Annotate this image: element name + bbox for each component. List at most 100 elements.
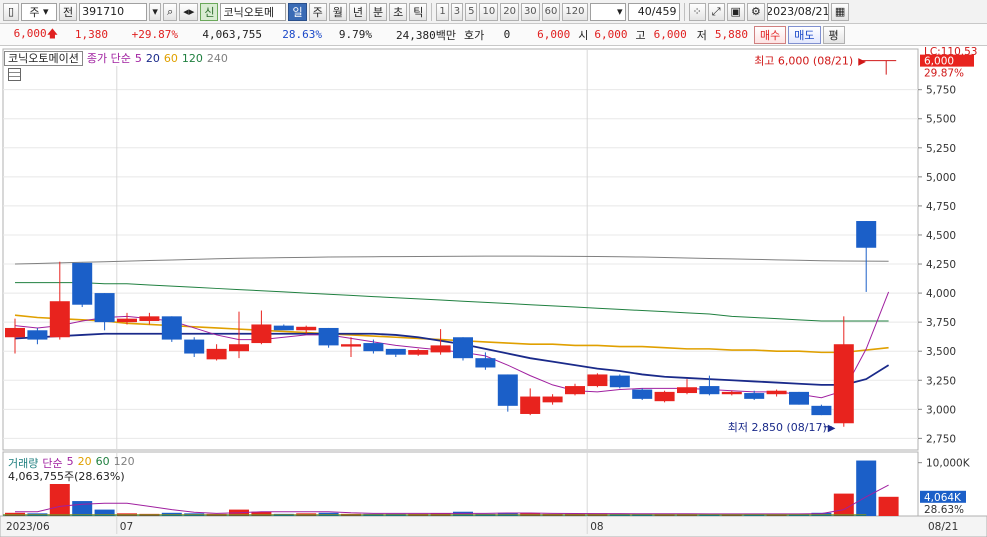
minute-1[interactable]: 1 <box>436 2 449 21</box>
high-arrow-head: ▶ <box>858 57 866 68</box>
volume-axis-label: 10,000K <box>926 458 971 470</box>
minute-30[interactable]: 30 <box>520 2 540 21</box>
save-icon[interactable]: ▣ <box>726 2 745 21</box>
minute-20[interactable]: 20 <box>500 2 519 21</box>
legend-ma120: 120 <box>181 51 203 65</box>
y-tick-label: 4,750 <box>926 201 956 213</box>
date-field[interactable]: 2023/08/21 <box>766 2 829 21</box>
chart-type-icon[interactable]: ▯ <box>3 2 19 21</box>
price-chart[interactable]: 2,750 3,000 3,250 3,500 3,750 4,000 4,250 4,500… <box>0 47 987 537</box>
gear-icon[interactable]: ⚙ <box>746 2 765 21</box>
candle-body <box>677 387 697 394</box>
y-tick-label: 5,250 <box>926 143 956 155</box>
candle-body <box>341 344 361 347</box>
candle-body <box>184 339 205 354</box>
grid-icon[interactable]: ⁘ <box>688 2 706 21</box>
minute-10[interactable]: 10 <box>479 2 499 21</box>
candle-body <box>251 324 272 344</box>
tab-minute[interactable]: 분 <box>368 2 388 21</box>
speaker-icon[interactable]: ◂▸ <box>179 2 199 21</box>
minute-5[interactable]: 5 <box>465 2 478 21</box>
y-tick-label: 3,500 <box>926 346 956 358</box>
tab-weekly[interactable]: 주 <box>308 2 327 21</box>
search-icon[interactable]: ⌕ <box>163 2 178 21</box>
candle-body <box>833 344 854 424</box>
stock-name-field: 코닉오토메 <box>220 2 287 21</box>
low-value: 5,880 <box>714 28 748 41</box>
candle-body <box>721 391 742 395</box>
candle-body <box>27 330 48 340</box>
calendar-icon[interactable]: ▦ <box>830 2 850 21</box>
tab-yearly[interactable]: 년 <box>348 2 367 21</box>
candle-body <box>385 348 406 355</box>
y-tick-label: 5,750 <box>926 85 956 97</box>
period-select[interactable]: 주 ▾ <box>21 2 57 21</box>
candle-body <box>117 318 137 323</box>
high-label: 고 <box>635 28 646 42</box>
volume-bar <box>878 496 899 516</box>
code-dropdown-icon[interactable]: ▾ <box>149 2 162 21</box>
candle-body <box>296 326 317 331</box>
candle-body <box>49 301 70 338</box>
hoga-value: 0 <box>503 28 511 41</box>
high-value: 6,000 <box>653 28 687 41</box>
interval-select[interactable]: ▾ <box>589 2 626 21</box>
avg-button[interactable]: 평 <box>822 25 845 44</box>
y-tick-label: 5,500 <box>926 114 956 126</box>
count-field[interactable]: 40/459 <box>627 2 680 21</box>
high-annotation: 최고 6,000 (08/21) <box>754 55 853 68</box>
volume-bar <box>833 493 854 516</box>
chart-options-icon[interactable] <box>8 68 21 81</box>
candle-body <box>699 386 720 395</box>
chevron-down-icon: ▾ <box>43 5 49 18</box>
legend-stock-name[interactable]: 코닉오토메이션 <box>4 50 83 66</box>
candle-body <box>229 344 249 352</box>
legend-ma-label: 종가 단순 <box>86 52 131 65</box>
candle-body <box>520 396 541 414</box>
code-value: 391710 <box>82 5 125 18</box>
x-label: 07 <box>120 521 133 533</box>
toolbar: ▯ 주 ▾ 전 391710 ▾ ⌕ ◂▸ 신 코닉오토메 일 주 월 년 분 … <box>0 0 987 24</box>
y-tick-label: 4,500 <box>926 230 956 242</box>
tab-second[interactable]: 초 <box>389 2 408 21</box>
up-arrow-icon: 🡅 <box>46 27 58 40</box>
toolbar-divider <box>683 2 685 21</box>
candle-body <box>497 374 518 406</box>
buy-button[interactable]: 매수 <box>754 25 787 44</box>
hoga-label: 호가 <box>464 28 485 42</box>
candle-body <box>609 375 630 388</box>
volume-info: 4,063,755주(28.63%) <box>8 470 125 483</box>
minute-3[interactable]: 3 <box>450 2 464 21</box>
candle-body <box>542 396 563 403</box>
prev-button[interactable]: 전 <box>59 2 78 21</box>
candle-body <box>430 345 451 353</box>
candle-body <box>363 343 384 352</box>
volume: 4,063,755 <box>202 28 262 41</box>
change-percent: +29.87% <box>131 28 178 41</box>
date-axis <box>0 515 987 537</box>
x-label: 08 <box>590 521 603 533</box>
volume-ratio: 28.63% <box>282 28 322 41</box>
y-tick-label: 2,750 <box>926 433 956 445</box>
code-input[interactable]: 391710 <box>79 2 148 21</box>
toolbar-divider <box>431 2 433 21</box>
sell-button[interactable]: 매도 <box>788 25 821 44</box>
candle-body <box>766 390 787 395</box>
legend-ma20: 20 <box>145 51 160 65</box>
open-value: 6,000 <box>594 28 628 41</box>
y-tick-label: 4,250 <box>926 259 956 271</box>
minute-60[interactable]: 60 <box>541 2 561 21</box>
minute-120[interactable]: 120 <box>562 2 588 21</box>
tab-daily[interactable]: 일 <box>288 2 307 21</box>
candle-body <box>273 325 294 331</box>
candle-body <box>654 391 675 402</box>
draw-icon[interactable]: ⤢ <box>707 2 725 21</box>
tab-tick[interactable]: 틱 <box>409 2 428 21</box>
tab-monthly[interactable]: 월 <box>328 2 347 21</box>
x-label: 08/21 <box>928 521 958 533</box>
candle-body <box>408 350 429 355</box>
low-annotation: 최저 2,850 (08/17) <box>728 421 827 434</box>
candle-body <box>565 386 585 395</box>
price-panel <box>2 48 919 451</box>
current-price: 6,000🡅 <box>0 25 62 44</box>
